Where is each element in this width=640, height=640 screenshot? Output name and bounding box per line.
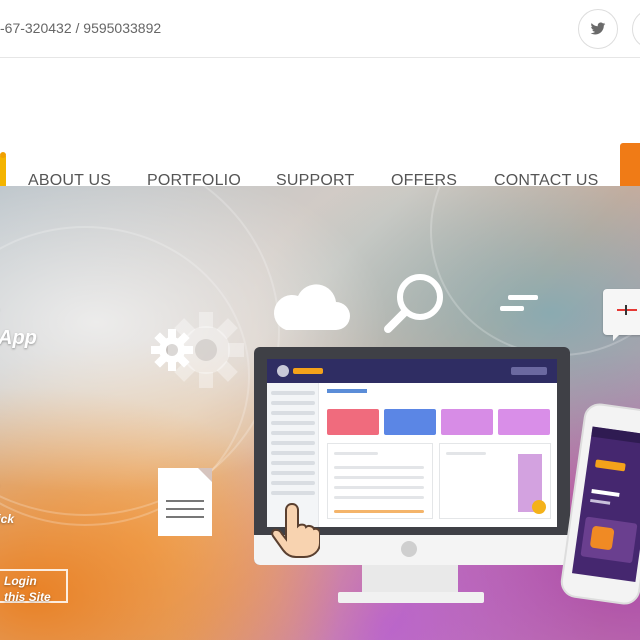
login-box[interactable]: Login this Site xyxy=(0,569,68,604)
large-gear-icon xyxy=(168,312,244,388)
login-label: Login xyxy=(4,574,37,588)
mobile-phone xyxy=(558,401,640,607)
search-icon xyxy=(384,274,443,333)
contact-number: -67-320432 / 9595033892 xyxy=(0,20,162,36)
pointing-hand-icon xyxy=(271,502,320,558)
twitter-icon[interactable] xyxy=(578,9,618,49)
monitor-base xyxy=(338,592,484,603)
hero-heading: App xyxy=(0,327,37,349)
hero-text-line: lick xyxy=(0,512,15,526)
monitor-stand xyxy=(362,565,458,595)
phone-app-screen xyxy=(571,426,640,583)
chat-bubble-icon xyxy=(603,289,640,341)
top-bar: -67-320432 / 9595033892 xyxy=(0,0,640,58)
logo[interactable] xyxy=(0,152,6,186)
login-subtext: this Site xyxy=(4,590,51,604)
cloud-icon xyxy=(273,284,350,330)
social-icon[interactable] xyxy=(632,9,640,49)
document-icon xyxy=(158,468,212,536)
main-navigation: ABOUT US PORTFOLIO SUPPORT OFFERS CONTAC… xyxy=(0,58,640,197)
hero-banner: r App r t lick Login this Site xyxy=(0,186,640,640)
text-lines-icon xyxy=(500,295,538,311)
